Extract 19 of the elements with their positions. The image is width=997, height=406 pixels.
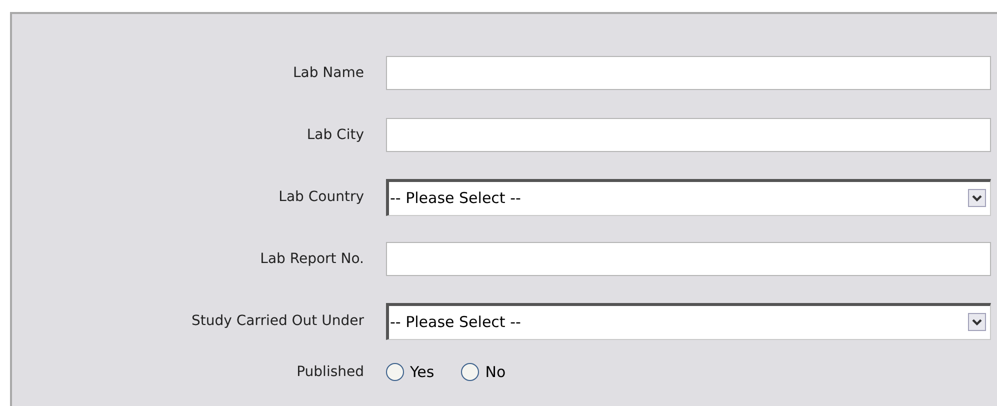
field-label: Published bbox=[296, 362, 364, 382]
dropdown-button[interactable] bbox=[968, 189, 986, 207]
field-label: Lab Report No. bbox=[259, 250, 364, 268]
text-field[interactable] bbox=[386, 118, 991, 152]
radio-label: No bbox=[485, 362, 506, 383]
chevron-down-icon bbox=[972, 318, 982, 326]
radio-label: Yes bbox=[410, 362, 434, 383]
dropdown-field[interactable]: -- Please Select -- bbox=[386, 178, 991, 216]
radio-button[interactable] bbox=[386, 363, 404, 381]
chevron-down-icon bbox=[972, 194, 982, 202]
dropdown-button[interactable] bbox=[968, 313, 986, 331]
radio-button[interactable] bbox=[461, 363, 480, 381]
dropdown-field[interactable]: -- Please Select -- bbox=[386, 302, 991, 340]
text-field[interactable] bbox=[386, 242, 991, 276]
field-label: Study Carried Out Under bbox=[190, 312, 364, 330]
field-label: Lab Name bbox=[292, 64, 364, 82]
text-field[interactable] bbox=[386, 56, 991, 90]
field-label: Lab Country bbox=[278, 188, 364, 206]
field-label: Lab City bbox=[306, 126, 364, 144]
